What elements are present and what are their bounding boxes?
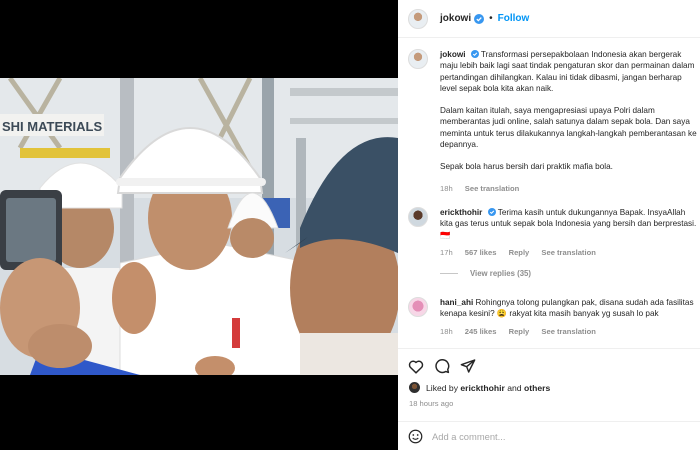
comment-item: hani_ahi Rohingnya tolong pulangkan pak,…: [408, 297, 700, 337]
liked-by-others[interactable]: others: [524, 383, 550, 393]
caption-see-translation[interactable]: See translation: [465, 184, 519, 193]
view-replies-label: View replies (35): [470, 269, 531, 279]
commenter-avatar[interactable]: [408, 297, 428, 317]
post-photo[interactable]: SHI MATERIALS: [0, 78, 398, 375]
share-icon[interactable]: [460, 358, 476, 374]
comment-likes[interactable]: 245 likes: [465, 327, 497, 336]
comment-body: erickthohir Terima kasih untuk dukungann…: [440, 207, 698, 279]
caption-time[interactable]: 18h: [440, 184, 453, 193]
add-comment-input[interactable]: Add a comment...: [432, 431, 505, 442]
verified-badge-icon: [487, 208, 496, 216]
liked-by-row: Liked by erickthohir and others: [398, 382, 700, 393]
replies-divider-line: [440, 273, 458, 275]
header-separator: •: [489, 13, 493, 24]
comment-likes[interactable]: 567 likes: [465, 248, 497, 257]
caption-item: jokowi Transformasi persepakbolaan Indon…: [408, 49, 700, 194]
comments-list[interactable]: jokowi Transformasi persepakbolaan Indon…: [398, 39, 700, 345]
comment-meta: 18h 245 likes Reply See translation: [440, 326, 698, 337]
comment-see-translation[interactable]: See translation: [541, 327, 595, 336]
liked-by-and: and: [507, 382, 522, 393]
emoji-icon[interactable]: [408, 429, 423, 444]
author-avatar[interactable]: [408, 8, 428, 29]
liked-by-prefix: Liked by: [426, 382, 459, 393]
caption-paragraph-3: Sepak bola harus bersih dari praktik maf…: [440, 162, 613, 172]
post-header: jokowi • Follow: [398, 0, 700, 38]
liked-by-user[interactable]: erickthohir: [460, 383, 504, 393]
comment-text: Rohingnya tolong pulangkan pak, disana s…: [440, 298, 694, 319]
comment-meta: 17h 567 likes Reply See translation: [440, 247, 698, 258]
caption-paragraph-2: Dalam kaitan itulah, saya mengapresiasi …: [440, 106, 697, 150]
follow-button[interactable]: Follow: [498, 13, 530, 24]
comment-see-translation[interactable]: See translation: [541, 248, 595, 257]
post-details-panel: jokowi • Follow jokowi Transformasi pers…: [398, 0, 700, 450]
verified-badge-icon: [470, 50, 479, 58]
post-timestamp[interactable]: 18 hours ago: [398, 399, 700, 408]
caption-paragraph-1: Transformasi persepakbolaan Indonesia ak…: [440, 50, 695, 93]
commenter-avatar[interactable]: [408, 207, 428, 227]
caption-username[interactable]: jokowi: [440, 50, 465, 59]
photo-illustration: SHI MATERIALS: [0, 78, 398, 375]
caption-author-avatar[interactable]: [408, 49, 428, 69]
verified-badge-icon: [474, 13, 485, 24]
heart-icon[interactable]: [408, 359, 424, 374]
author-username[interactable]: jokowi: [440, 13, 471, 24]
action-icons-row: [398, 349, 700, 383]
commenter-username[interactable]: hani_ahi: [440, 298, 473, 307]
comment-time[interactable]: 18h: [440, 327, 453, 336]
comment-reply-button[interactable]: Reply: [509, 327, 530, 336]
comment-icon[interactable]: [434, 358, 450, 374]
factory-sign-text: SHI MATERIALS: [2, 119, 102, 134]
comment-reply-button[interactable]: Reply: [509, 248, 530, 257]
post-actions-section: Liked by erickthohir and others 18 hours…: [398, 348, 700, 450]
instagram-post-modal: SHI MATERIALS jokowi • Follow jokowi Tra…: [0, 0, 700, 450]
add-comment-bar: Add a comment...: [398, 421, 700, 450]
liker-avatar[interactable]: [409, 382, 420, 393]
view-replies-button[interactable]: View replies (35): [440, 268, 698, 279]
commenter-username[interactable]: erickthohir: [440, 208, 482, 217]
caption-body: jokowi Transformasi persepakbolaan Indon…: [440, 49, 698, 194]
caption-meta: 18h See translation: [440, 183, 698, 194]
comment-time[interactable]: 17h: [440, 248, 453, 257]
post-media-area: SHI MATERIALS: [0, 0, 398, 450]
comment-body: hani_ahi Rohingnya tolong pulangkan pak,…: [440, 297, 698, 337]
comment-item: erickthohir Terima kasih untuk dukungann…: [408, 207, 700, 279]
